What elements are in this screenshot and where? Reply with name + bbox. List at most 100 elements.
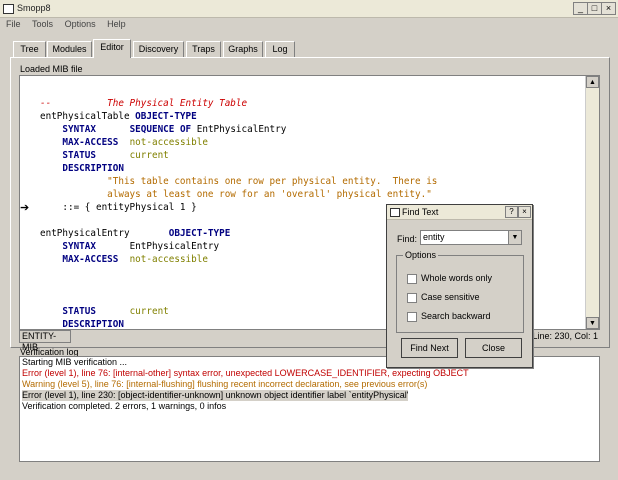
options-group: Options Whole words only Case sensitive …	[396, 250, 524, 333]
options-legend: Options	[403, 250, 439, 260]
code-token: always at least one row for an 'overall'…	[40, 189, 432, 200]
code-line: entPhysicalEntry OBJECT-TYPE	[40, 227, 437, 240]
code-line: entPhysicalTable OBJECT-TYPE	[40, 110, 437, 123]
cursor-position: Line: 230, Col: 1	[532, 331, 598, 341]
code-token: DESCRIPTION	[62, 163, 124, 174]
search-backward-label: Search backward	[421, 311, 491, 321]
code-line: DESCRIPTION	[40, 162, 437, 175]
case-sensitive-label: Case sensitive	[421, 292, 480, 302]
tab-modules[interactable]: Modules	[47, 41, 92, 57]
code-token: MAX-ACCESS	[62, 137, 119, 148]
code-line: SYNTAX EntPhysicalEntry	[40, 240, 437, 253]
tab-traps[interactable]: Traps	[186, 41, 221, 57]
find-input[interactable]: entity	[420, 230, 512, 245]
code-line: DESCRIPTION	[40, 318, 437, 329]
log-entry[interactable]: Error (level 1), line 76: [internal-othe…	[20, 368, 599, 379]
log-entry[interactable]: Verification completed. 2 errors, 1 warn…	[20, 401, 599, 412]
tab-graphs[interactable]: Graphs	[223, 41, 263, 57]
log-entry-text: Verification completed. 2 errors, 1 warn…	[22, 401, 227, 411]
code-token: current	[129, 150, 169, 161]
code-token: not-accessible	[129, 254, 208, 265]
menu-bar: File Tools Options Help	[0, 18, 618, 31]
maximize-button[interactable]: □	[587, 2, 602, 15]
code-token: MAX-ACCESS	[62, 254, 119, 265]
help-button[interactable]: ?	[505, 206, 518, 218]
current-line-arrow-icon: ➔	[20, 202, 30, 214]
title-bar: Smopp8 _ □ ×	[0, 0, 618, 18]
code-line: SYNTAX SEQUENCE OF EntPhysicalEntry	[40, 123, 437, 136]
code-token: EntPhysicalEntry	[191, 124, 287, 135]
editor-scrollbar[interactable]: ▲ ▼	[585, 76, 599, 329]
chevron-down-icon[interactable]: ▼	[508, 230, 522, 245]
code-token: EntPhysicalEntry	[95, 241, 220, 252]
module-name: ENTITY-MIB	[19, 330, 71, 352]
code-token: SYNTAX	[62, 124, 96, 135]
code-line: MAX-ACCESS not-accessible	[40, 253, 437, 266]
dialog-icon	[390, 208, 400, 217]
dialog-title: Find Text	[402, 207, 439, 217]
menu-help[interactable]: Help	[101, 18, 129, 31]
code-token: STATUS	[62, 150, 96, 161]
minimize-button[interactable]: _	[573, 2, 588, 15]
menu-tools[interactable]: Tools	[26, 18, 56, 31]
code-token: OBJECT-TYPE	[135, 111, 197, 122]
close-dialog-button[interactable]: Close	[465, 338, 522, 358]
scroll-up-icon[interactable]: ▲	[586, 76, 599, 88]
tab-editor[interactable]: Editor	[93, 39, 131, 58]
code-token: STATUS	[62, 306, 96, 317]
dialog-title-bar: Find Text ? ×	[387, 205, 532, 220]
code-line: STATUS current	[40, 305, 437, 318]
code-line: always at least one row for an 'overall'…	[40, 188, 437, 201]
code-token: SYNTAX	[62, 241, 96, 252]
app-icon	[3, 4, 14, 14]
tab-log[interactable]: Log	[265, 41, 295, 57]
code-token: SEQUENCE OF	[129, 124, 192, 135]
code-text: -- The Physical Entity Table entPhysicalT…	[40, 97, 437, 329]
code-token: entPhysicalEntry	[40, 228, 169, 239]
find-next-button[interactable]: Find Next	[401, 338, 458, 358]
code-token: ::= { entityPhysical 1 }	[40, 202, 197, 213]
log-entry[interactable]: Error (level 1), line 230: [object-ident…	[20, 390, 599, 401]
dialog-close-icon[interactable]: ×	[518, 206, 531, 218]
menu-file[interactable]: File	[0, 18, 24, 31]
find-text-dialog: Find Text ? × Find: entity ▼ Options Who…	[386, 204, 533, 368]
code-line: -- The Physical Entity Table	[40, 97, 437, 110]
code-line: MAX-ACCESS not-accessible	[40, 136, 437, 149]
close-button[interactable]: ×	[601, 2, 616, 15]
window-title: Smopp8	[17, 3, 51, 13]
code-token: -- The Physical Entity Table	[40, 98, 248, 109]
code-line: "This table contains one row per physica…	[40, 175, 437, 188]
code-token: current	[129, 306, 169, 317]
tab-discovery[interactable]: Discovery	[133, 41, 184, 57]
search-backward-checkbox[interactable]	[407, 312, 417, 322]
verification-log[interactable]: Starting MIB verification ... Error (leve…	[19, 356, 600, 462]
menu-options[interactable]: Options	[59, 18, 99, 31]
whole-words-checkbox[interactable]	[407, 274, 417, 284]
code-token: not-accessible	[129, 137, 208, 148]
tab-tree[interactable]: Tree	[13, 41, 46, 57]
code-line: STATUS current	[40, 149, 437, 162]
case-sensitive-checkbox[interactable]	[407, 293, 417, 303]
log-entry[interactable]: Warning (level 5), line 76: [internal-fl…	[20, 379, 599, 390]
scroll-down-icon[interactable]: ▼	[586, 317, 599, 329]
log-entry-text: Error (level 1), line 230: [object-ident…	[22, 390, 409, 401]
find-label: Find:	[397, 234, 418, 244]
code-line: ::= { entityPhysical 1 }	[40, 201, 437, 214]
log-entry-text: Error (level 1), line 76: [internal-othe…	[22, 368, 469, 378]
loaded-mib-label: Loaded MIB file	[20, 64, 83, 74]
